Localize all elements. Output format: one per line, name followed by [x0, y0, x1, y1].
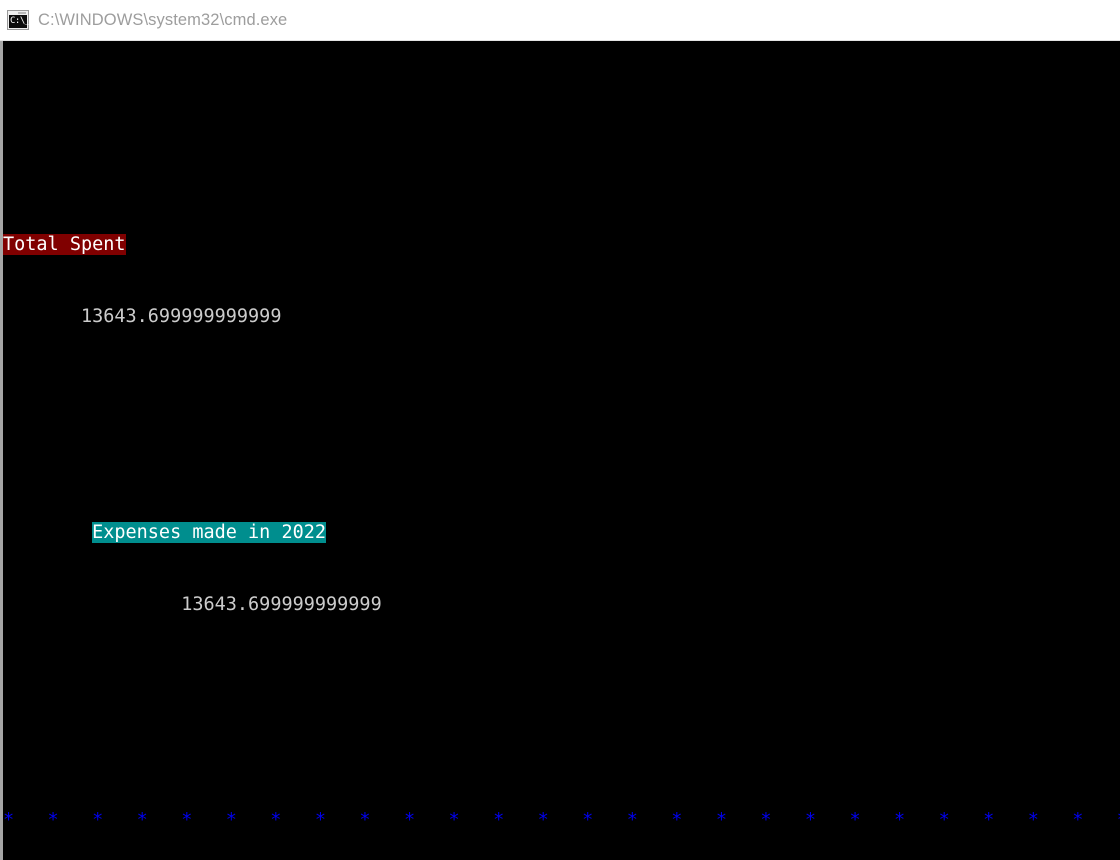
year-section-label-row: Expenses made in 2022: [3, 521, 1120, 545]
separator-top-stars-row: * * * * * * * * * * * * * * * * * * * * …: [3, 809, 1120, 833]
separator-stars: * * * * * * * * * * * * * * * * * * * * …: [3, 810, 1120, 831]
year-section-value-row: 13643.699999999999: [3, 593, 1120, 617]
console-output-area[interactable]: Total Spent 13643.699999999999 Expenses …: [0, 41, 1120, 860]
total-spent-value-row: 13643.699999999999: [3, 305, 1120, 329]
year-section-label: Expenses made in 2022: [92, 522, 327, 543]
total-spent-label-row: Total Spent: [3, 233, 1120, 257]
titlebar[interactable]: C:\_ C:\WINDOWS\system32\cmd.exe: [0, 0, 1120, 41]
console-text-buffer: Total Spent 13643.699999999999 Expenses …: [3, 41, 1120, 860]
window-title: C:\WINDOWS\system32\cmd.exe: [38, 10, 288, 29]
cmd-icon-prompt-glyph: C:\_: [10, 16, 30, 26]
cmd-console-icon: C:\_: [7, 10, 30, 30]
total-spent-label: Total Spent: [3, 234, 126, 255]
cmd-console-window: C:\_ C:\WINDOWS\system32\cmd.exe Total S…: [0, 0, 1120, 860]
cmd-icon-titlebar-stripe: [18, 12, 26, 14]
year-section-value: 13643.699999999999: [181, 594, 382, 615]
total-spent-value: 13643.699999999999: [80, 306, 282, 327]
